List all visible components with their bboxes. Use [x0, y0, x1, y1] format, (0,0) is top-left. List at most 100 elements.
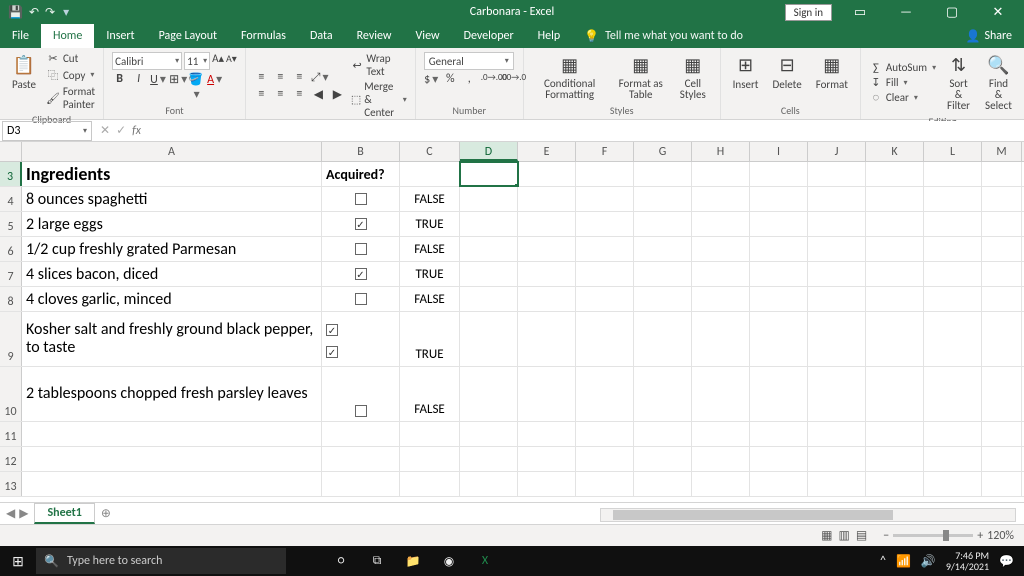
minimize-icon[interactable]: — — [888, 5, 924, 20]
row-header[interactable]: 3 — [0, 162, 22, 186]
start-button[interactable]: ⊞ — [0, 553, 36, 570]
cell[interactable] — [808, 162, 866, 186]
tell-me-search[interactable]: 💡 Tell me what you want to do — [572, 24, 743, 48]
cell[interactable] — [518, 212, 576, 236]
align-right-icon[interactable]: ≡ — [292, 87, 307, 102]
increase-decimal-icon[interactable]: .0→.00 — [481, 72, 496, 87]
cell[interactable] — [22, 422, 322, 446]
cell-acquired[interactable]: ✓✓ — [322, 312, 400, 366]
checkbox[interactable]: ✓ — [355, 268, 367, 280]
cell[interactable] — [576, 212, 634, 236]
cell[interactable] — [924, 237, 982, 261]
comma-format-icon[interactable]: , — [462, 72, 477, 87]
cell[interactable] — [460, 447, 518, 471]
row-header[interactable]: 5 — [0, 212, 22, 236]
cell[interactable] — [866, 422, 924, 446]
cell[interactable] — [460, 312, 518, 366]
cell[interactable] — [460, 472, 518, 496]
fill-color-button[interactable]: 🪣▾ — [188, 72, 203, 102]
cell-ingredient[interactable]: Kosher salt and freshly ground black pep… — [22, 312, 322, 366]
decrease-decimal-icon[interactable]: .00→.0 — [500, 72, 515, 87]
cell[interactable] — [982, 287, 1022, 311]
cell[interactable] — [750, 212, 808, 236]
row-header[interactable]: 11 — [0, 422, 22, 446]
cell-ingredient[interactable]: 1/2 cup freshly grated Parmesan — [22, 237, 322, 261]
cell[interactable] — [866, 472, 924, 496]
copy-button[interactable]: ⿻Copy ▾ — [46, 67, 95, 83]
cell[interactable] — [750, 422, 808, 446]
ribbon-options-icon[interactable]: ▭ — [842, 5, 878, 20]
cell[interactable] — [460, 287, 518, 311]
cell[interactable] — [692, 422, 750, 446]
cell[interactable] — [924, 422, 982, 446]
cell[interactable] — [982, 367, 1022, 421]
cell-bool[interactable]: FALSE — [400, 287, 460, 311]
cell[interactable] — [924, 187, 982, 211]
row-header[interactable]: 8 — [0, 287, 22, 311]
cell[interactable] — [634, 422, 692, 446]
spreadsheet-grid[interactable]: ABCDEFGHIJKLM 3IngredientsAcquired?48 ou… — [0, 142, 1024, 502]
horizontal-scrollbar[interactable] — [600, 508, 1016, 522]
checkbox[interactable] — [355, 193, 367, 205]
cell-ingredient[interactable]: 2 large eggs — [22, 212, 322, 236]
cell[interactable] — [808, 187, 866, 211]
cell[interactable] — [460, 237, 518, 261]
zoom-slider[interactable] — [893, 534, 973, 537]
cell-acquired[interactable]: ✓ — [322, 262, 400, 286]
tab-formulas[interactable]: Formulas — [229, 24, 298, 48]
clear-button[interactable]: ◌Clear▾ — [869, 91, 936, 104]
cell[interactable] — [576, 367, 634, 421]
cell[interactable] — [322, 447, 400, 471]
cell[interactable] — [518, 422, 576, 446]
cell[interactable] — [576, 237, 634, 261]
cell[interactable] — [982, 237, 1022, 261]
cell[interactable] — [692, 212, 750, 236]
checkbox[interactable]: ✓ — [355, 218, 367, 230]
cell[interactable] — [982, 212, 1022, 236]
column-header-K[interactable]: K — [866, 142, 924, 161]
qat-customize-icon[interactable]: ▾ — [63, 5, 69, 20]
format-table-button[interactable]: ▦Format as Table — [614, 52, 668, 102]
cell[interactable] — [634, 472, 692, 496]
cell[interactable] — [750, 367, 808, 421]
orientation-icon[interactable]: ⤢▾ — [311, 70, 326, 85]
increase-indent-icon[interactable]: ▶ — [330, 87, 345, 102]
cell[interactable] — [518, 287, 576, 311]
cell[interactable] — [808, 367, 866, 421]
cell[interactable] — [460, 422, 518, 446]
cell[interactable] — [692, 162, 750, 186]
cut-button[interactable]: ✂Cut — [46, 52, 95, 65]
format-painter-button[interactable]: 🖌Format Painter — [46, 85, 95, 111]
cell[interactable] — [576, 262, 634, 286]
row-header[interactable]: 12 — [0, 447, 22, 471]
cell[interactable] — [808, 472, 866, 496]
column-header-L[interactable]: L — [924, 142, 982, 161]
cell[interactable] — [460, 262, 518, 286]
cell[interactable] — [924, 312, 982, 366]
notifications-icon[interactable]: 💬 — [999, 554, 1014, 569]
cell[interactable] — [808, 237, 866, 261]
cell[interactable] — [692, 187, 750, 211]
tab-insert[interactable]: Insert — [94, 24, 146, 48]
cell[interactable] — [576, 312, 634, 366]
cell[interactable] — [518, 262, 576, 286]
tab-help[interactable]: Help — [526, 24, 573, 48]
cell[interactable] — [982, 422, 1022, 446]
format-cells-button[interactable]: ▦Format — [812, 52, 852, 93]
italic-button[interactable]: I — [131, 72, 146, 102]
tab-review[interactable]: Review — [345, 24, 404, 48]
cell-styles-button[interactable]: ▦Cell Styles — [674, 52, 712, 102]
cell[interactable] — [808, 312, 866, 366]
cell[interactable] — [576, 287, 634, 311]
cell[interactable] — [866, 212, 924, 236]
cell[interactable] — [808, 262, 866, 286]
checkbox[interactable]: ✓ — [326, 346, 338, 358]
font-size-dropdown[interactable]: 11▾ — [184, 52, 210, 70]
sheet-next-icon[interactable]: ▶ — [19, 506, 28, 521]
bold-button[interactable]: B — [112, 72, 127, 102]
tab-page-layout[interactable]: Page Layout — [147, 24, 229, 48]
cell[interactable] — [924, 472, 982, 496]
cell-bool[interactable]: FALSE — [400, 237, 460, 261]
delete-cells-button[interactable]: ⊟Delete — [769, 52, 806, 93]
cell[interactable] — [634, 367, 692, 421]
